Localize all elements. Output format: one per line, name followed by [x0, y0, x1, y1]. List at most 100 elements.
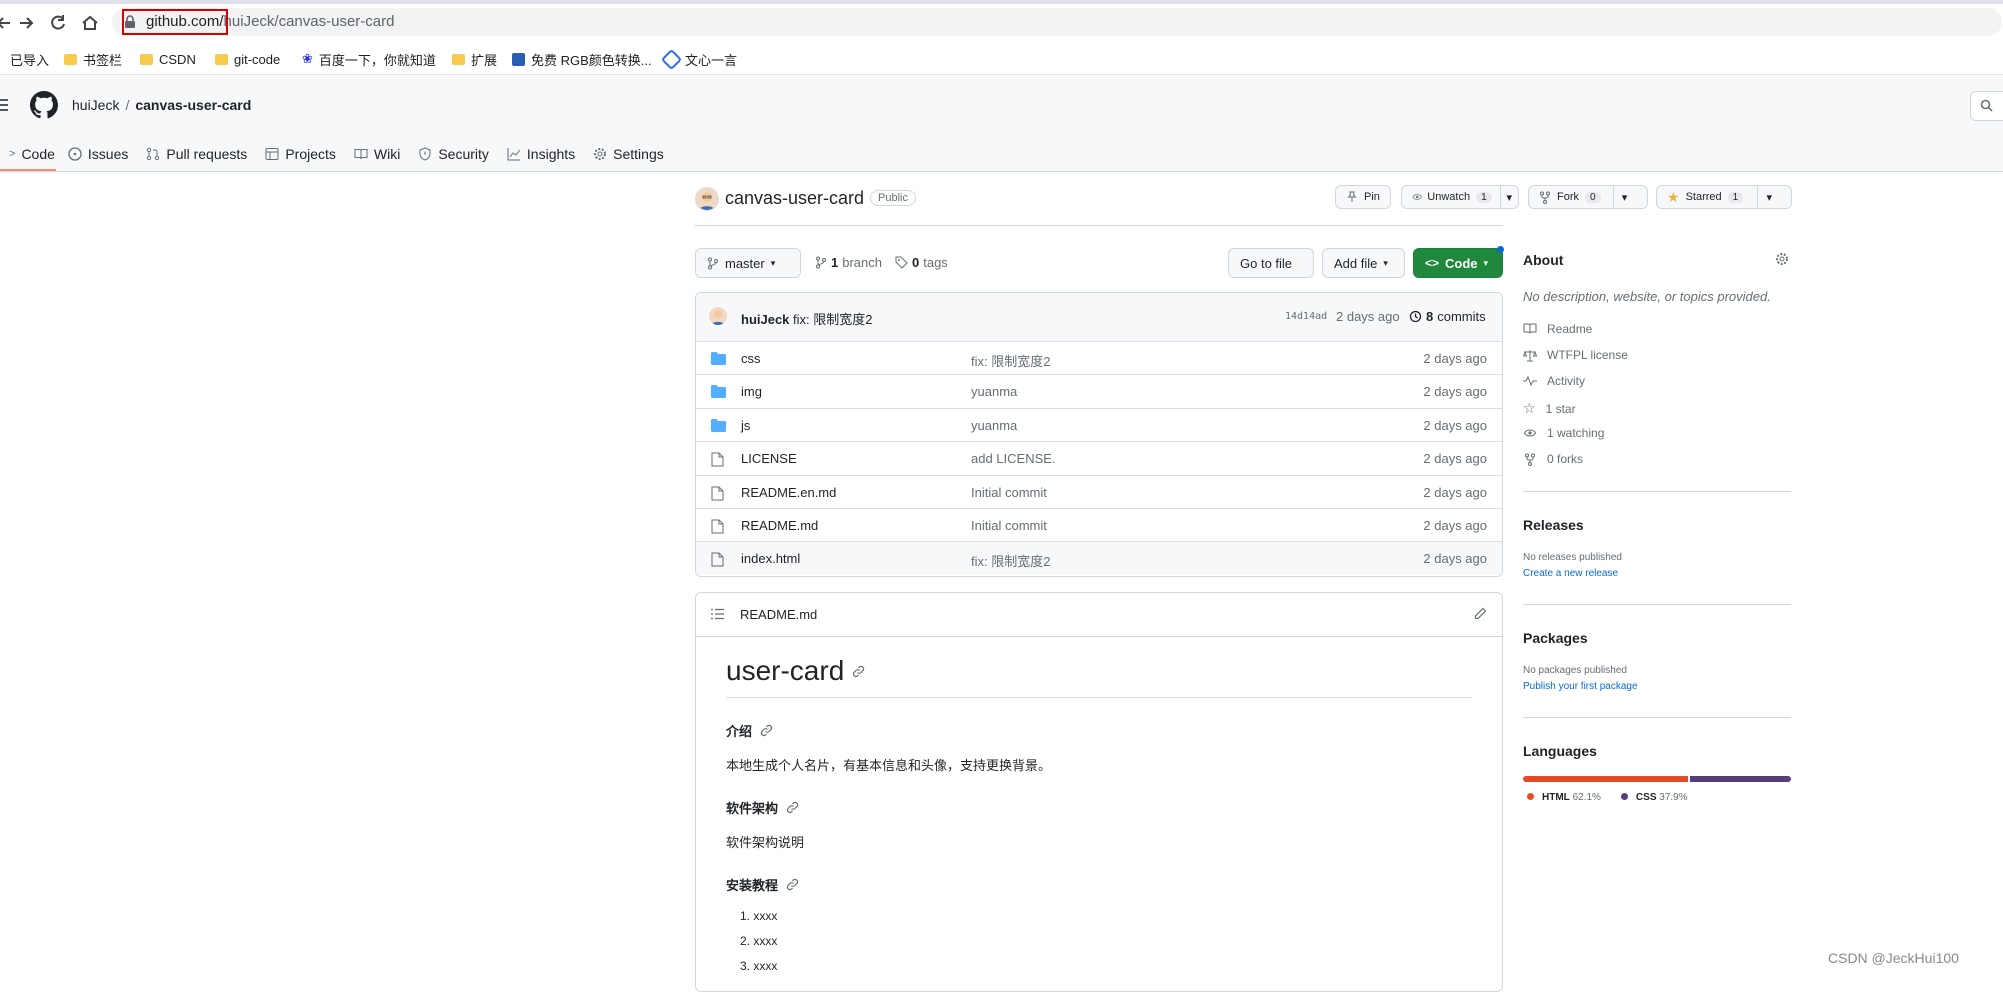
bookmark-folder-bookmarks[interactable]: 书签栏: [64, 50, 122, 68]
outline-list-icon[interactable]: [711, 608, 724, 620]
reload-icon[interactable]: [48, 13, 68, 33]
packages-heading[interactable]: Packages: [1523, 630, 1588, 646]
branches-link[interactable]: 1 branch: [815, 255, 882, 270]
tab-projects[interactable]: Projects: [256, 137, 345, 171]
link-icon[interactable]: [760, 724, 773, 737]
divider: [1523, 717, 1791, 718]
sidebar-activity[interactable]: Activity: [1523, 374, 1585, 388]
unwatch-button[interactable]: Unwatch 1 ▾: [1401, 185, 1519, 209]
bookmark-wenxin[interactable]: 文心一言: [660, 48, 737, 70]
tab-pull-requests[interactable]: Pull requests: [137, 137, 256, 171]
breadcrumb-owner[interactable]: huiJeck: [72, 97, 119, 113]
file-commit-message[interactable]: Initial commit: [971, 485, 1047, 500]
tab-issues[interactable]: Issues: [64, 137, 137, 171]
file-name[interactable]: img: [741, 384, 762, 399]
file-commit-message[interactable]: yuanma: [971, 384, 1017, 399]
pencil-icon[interactable]: [1474, 607, 1487, 620]
file-age: 2 days ago: [1423, 384, 1487, 400]
tags-link[interactable]: 0 tags: [895, 255, 948, 270]
readme-filename[interactable]: README.md: [740, 607, 817, 622]
file-row[interactable]: index.html fix: 限制宽度2 2 days ago: [696, 541, 1502, 576]
tab-code[interactable]: > Code: [0, 137, 64, 171]
readme-paragraph: 软件架构说明: [726, 835, 805, 850]
repo-title[interactable]: canvas-user-card: [725, 188, 864, 209]
menu-icon[interactable]: [0, 98, 10, 112]
github-logo-icon[interactable]: [30, 91, 58, 119]
file-name[interactable]: index.html: [741, 551, 800, 566]
fork-dropdown-icon[interactable]: ▾: [1612, 186, 1636, 208]
bookmark-rgb-converter[interactable]: 免费 RGB颜色转换...: [512, 50, 652, 68]
sidebar-readme[interactable]: Readme: [1523, 322, 1592, 336]
repo-owner-avatar[interactable]: [695, 187, 719, 211]
file-name[interactable]: LICENSE: [741, 451, 797, 466]
publish-package-link[interactable]: Publish your first package: [1523, 681, 1638, 692]
sidebar-license[interactable]: WTFPL license: [1523, 348, 1628, 362]
file-commit-message[interactable]: yuanma: [971, 418, 1017, 433]
link-icon[interactable]: [786, 878, 799, 891]
tab-security[interactable]: Security: [409, 137, 498, 171]
language-bar-html: [1523, 776, 1689, 782]
releases-empty-text: No releases published: [1523, 552, 1622, 563]
tab-insights[interactable]: Insights: [498, 137, 584, 171]
file-row[interactable]: css fix: 限制宽度2 2 days ago: [696, 341, 1502, 375]
sidebar-watching[interactable]: 1 watching: [1523, 426, 1604, 440]
commit-message[interactable]: fix: 限制宽度2: [793, 312, 872, 327]
file-row[interactable]: js yuanma 2 days ago: [696, 407, 1502, 442]
commit-author-avatar[interactable]: [709, 307, 727, 325]
link-icon[interactable]: [852, 665, 865, 678]
bookmark-folder-git-code[interactable]: git-code: [215, 50, 280, 68]
language-dot: [1620, 793, 1628, 800]
watch-dropdown-icon[interactable]: ▾: [1499, 186, 1518, 208]
bookmark-folder-csdn[interactable]: CSDN: [140, 50, 196, 68]
folder-icon: [215, 53, 228, 65]
commit-author[interactable]: huiJeck: [741, 312, 789, 327]
starred-button[interactable]: ★ Starred 1 ▾: [1656, 185, 1792, 209]
tab-settings[interactable]: Settings: [584, 137, 673, 171]
bookmark-folder-extensions[interactable]: 扩展: [452, 50, 497, 68]
back-icon[interactable]: [0, 13, 14, 33]
sidebar-forks[interactable]: 0 forks: [1523, 452, 1583, 466]
file-name[interactable]: README.en.md: [741, 485, 836, 500]
file-commit-message[interactable]: Initial commit: [971, 518, 1047, 533]
branch-icon: [816, 256, 826, 269]
file-name[interactable]: css: [741, 351, 761, 366]
add-file-button[interactable]: Add file ▾: [1322, 248, 1405, 278]
file-name[interactable]: js: [741, 418, 750, 433]
forward-icon[interactable]: [16, 13, 36, 33]
latest-commit-bar: huiJeck fix: 限制宽度2 14d14ad 2 days ago 8c…: [696, 293, 1502, 342]
code-button[interactable]: <> Code ▾: [1413, 248, 1503, 278]
sidebar-stars[interactable]: ☆ 1 star: [1523, 400, 1576, 417]
link-icon[interactable]: [786, 801, 799, 814]
address-bar[interactable]: [112, 8, 2002, 36]
go-to-file-button[interactable]: Go to file: [1228, 248, 1314, 278]
breadcrumb-repo[interactable]: canvas-user-card: [135, 97, 251, 113]
bookmark-baidu[interactable]: ❀ 百度一下，你就知道: [302, 50, 436, 68]
bookmark-imported[interactable]: 已导入: [10, 50, 49, 68]
branch-select[interactable]: master ▾: [695, 248, 801, 278]
file-row[interactable]: LICENSE add LICENSE. 2 days ago: [696, 441, 1502, 475]
file-row[interactable]: README.md Initial commit 2 days ago: [696, 508, 1502, 542]
file-age: 2 days ago: [1423, 518, 1487, 533]
rgb-site-icon: [512, 52, 525, 66]
file-commit-message[interactable]: fix: 限制宽度2: [971, 551, 1050, 570]
file-name[interactable]: README.md: [741, 518, 818, 533]
file-row[interactable]: README.en.md Initial commit 2 days ago: [696, 474, 1502, 509]
fork-button[interactable]: Fork 0 ▾: [1528, 185, 1648, 209]
language-css[interactable]: CSS 37.9%: [1620, 792, 1688, 803]
tab-wiki[interactable]: Wiki: [345, 137, 409, 171]
bookmarks-bar: 已导入 书签栏 CSDN git-code ❀ 百度一下，你就知道 扩展 免费 R…: [0, 44, 2003, 75]
file-commit-message[interactable]: add LICENSE.: [971, 451, 1056, 466]
tab-strip: [0, 0, 2003, 4]
file-commit-message[interactable]: fix: 限制宽度2: [971, 351, 1050, 370]
create-release-link[interactable]: Create a new release: [1523, 568, 1618, 579]
commit-sha[interactable]: 14d14ad: [1285, 311, 1327, 322]
pin-button[interactable]: Pin: [1335, 185, 1391, 209]
gear-icon[interactable]: [1775, 252, 1789, 266]
commits-link[interactable]: 8 commits: [1409, 309, 1486, 324]
search-input[interactable]: [1970, 91, 2003, 121]
language-html[interactable]: HTML 62.1%: [1527, 792, 1601, 803]
star-dropdown-icon[interactable]: ▾: [1757, 186, 1780, 208]
file-row[interactable]: img yuanma 2 days ago: [696, 374, 1502, 408]
home-icon[interactable]: [80, 13, 100, 33]
releases-heading[interactable]: Releases: [1523, 517, 1584, 533]
